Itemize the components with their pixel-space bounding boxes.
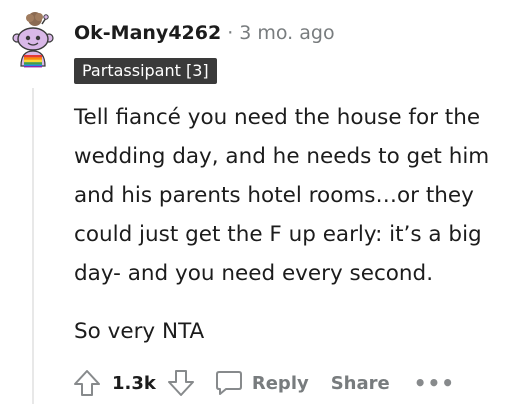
downvote-arrow-icon[interactable] (166, 368, 196, 398)
timestamp-link[interactable]: 3 mo. ago (239, 22, 334, 44)
reply-button[interactable]: Reply (252, 373, 309, 394)
meta-separator: · (227, 22, 234, 44)
thread-line[interactable] (32, 88, 34, 404)
comment-actions: 1.3k Reply Share ••• (72, 366, 455, 400)
share-button[interactable]: Share (331, 373, 390, 394)
speech-bubble-icon[interactable] (214, 368, 244, 398)
comment-meta: Ok-Many4262 · 3 mo. ago (74, 20, 335, 46)
snoo-avatar-icon (12, 12, 54, 68)
comment-paragraph: Tell fiancé you need the house for the w… (74, 105, 490, 286)
username-link[interactable]: Ok-Many4262 (74, 22, 221, 44)
comment-paragraph: So very NTA (74, 319, 205, 344)
upvote-arrow-icon[interactable] (72, 368, 102, 398)
more-options-button[interactable]: ••• (414, 371, 455, 395)
user-flair: Partassipant [3] (74, 58, 217, 84)
avatar[interactable] (8, 10, 56, 74)
comment-body: Tell fiancé you need the house for the w… (74, 98, 518, 351)
vote-score: 1.3k (112, 372, 156, 394)
